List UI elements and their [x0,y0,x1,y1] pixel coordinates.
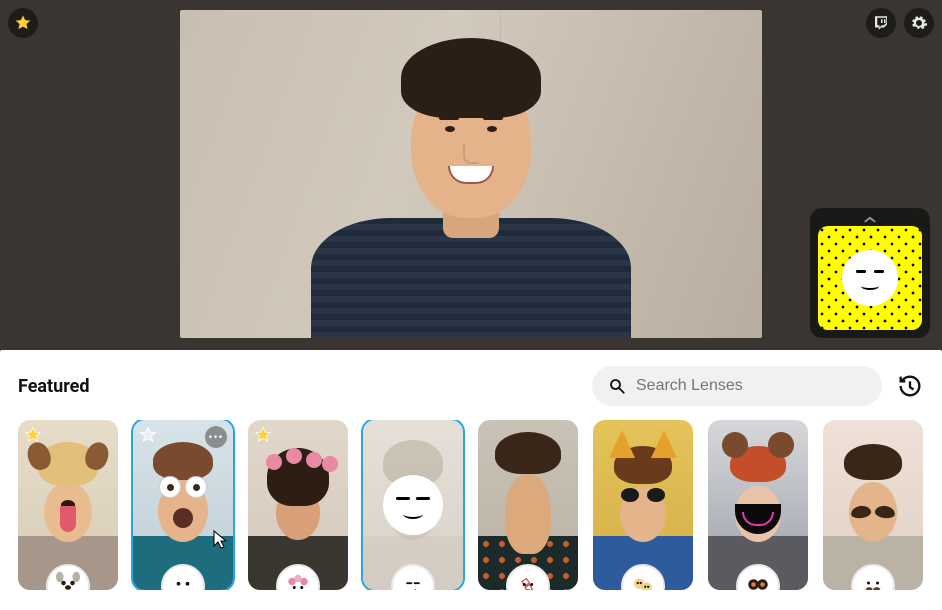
smirk-face-icon [383,475,443,535]
favorites-button[interactable] [8,8,38,38]
person-preview [311,58,631,338]
snapcode [818,226,922,330]
lens-panel: Featured [0,350,942,610]
star-icon [24,426,42,444]
camera-preview [180,10,762,338]
history-button[interactable] [896,372,924,400]
twitch-icon [872,14,890,32]
twitch-button[interactable] [866,8,896,38]
star-icon [139,426,157,444]
star-icon [254,426,272,444]
camera-preview-area [0,0,942,350]
lens-neon-mask[interactable] [708,420,808,590]
star-icon [14,14,32,32]
chevron-up-icon [863,214,877,224]
lens-big-eyes[interactable]: ••• [133,420,233,590]
lens-strip[interactable]: ••• [18,420,924,590]
lens-long-chin[interactable] [478,420,578,590]
history-icon [896,372,924,400]
search-icon [608,377,626,395]
lens-dog[interactable] [18,420,118,590]
settings-button[interactable] [904,8,934,38]
snapcode-face-icon [842,250,898,306]
search-box[interactable] [592,366,882,406]
snapcode-overlay[interactable] [810,208,930,338]
cursor-icon [213,530,227,550]
more-button[interactable]: ••• [205,426,227,448]
lens-smirk[interactable] [363,420,463,590]
gear-icon [910,14,928,32]
panel-title: Featured [18,376,90,397]
toolbar [8,8,934,38]
lens-flower-crown[interactable] [248,420,348,590]
search-input[interactable] [636,377,866,395]
lens-cat-ears[interactable] [593,420,693,590]
lens-mustache[interactable] [823,420,923,590]
